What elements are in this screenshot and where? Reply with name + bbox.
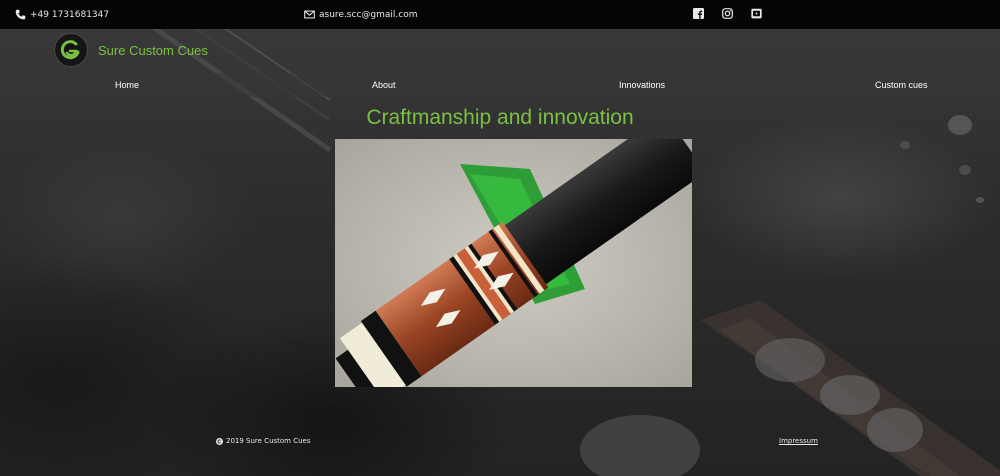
copyright: 2019 Sure Custom Cues <box>216 437 311 445</box>
copyright-text: 2019 Sure Custom Cues <box>226 437 311 445</box>
nav-item-about[interactable]: About <box>372 80 396 90</box>
main-nav: Home About Innovations Custom cues <box>0 73 1000 97</box>
facebook-icon[interactable] <box>693 8 704 19</box>
logo-mark-icon <box>60 40 80 60</box>
logo[interactable] <box>54 33 88 67</box>
top-bar: +49 1731681347 asure.scc@gmail.com <box>0 0 1000 29</box>
brand[interactable]: Sure Custom Cues <box>54 33 208 67</box>
nav-item-home[interactable]: Home <box>115 80 139 90</box>
youtube-icon[interactable] <box>751 8 762 19</box>
phone-icon <box>15 9 26 20</box>
social-links <box>693 8 762 19</box>
email-contact[interactable]: asure.scc@gmail.com <box>304 9 417 20</box>
email-address: asure.scc@gmail.com <box>319 9 418 20</box>
impressum-link[interactable]: Impressum <box>779 437 818 445</box>
custom-cue-photo <box>335 139 692 387</box>
instagram-icon[interactable] <box>722 8 733 19</box>
phone-contact[interactable]: +49 1731681347 <box>15 9 109 20</box>
page-title: Craftmanship and innovation <box>366 106 634 129</box>
copyright-icon <box>216 437 223 445</box>
nav-item-innovations[interactable]: Innovations <box>619 80 665 90</box>
brand-name[interactable]: Sure Custom Cues <box>98 43 208 58</box>
envelope-icon <box>304 10 315 19</box>
nav-item-custom-cues[interactable]: Custom cues <box>875 80 928 90</box>
phone-number: +49 1731681347 <box>30 9 110 20</box>
